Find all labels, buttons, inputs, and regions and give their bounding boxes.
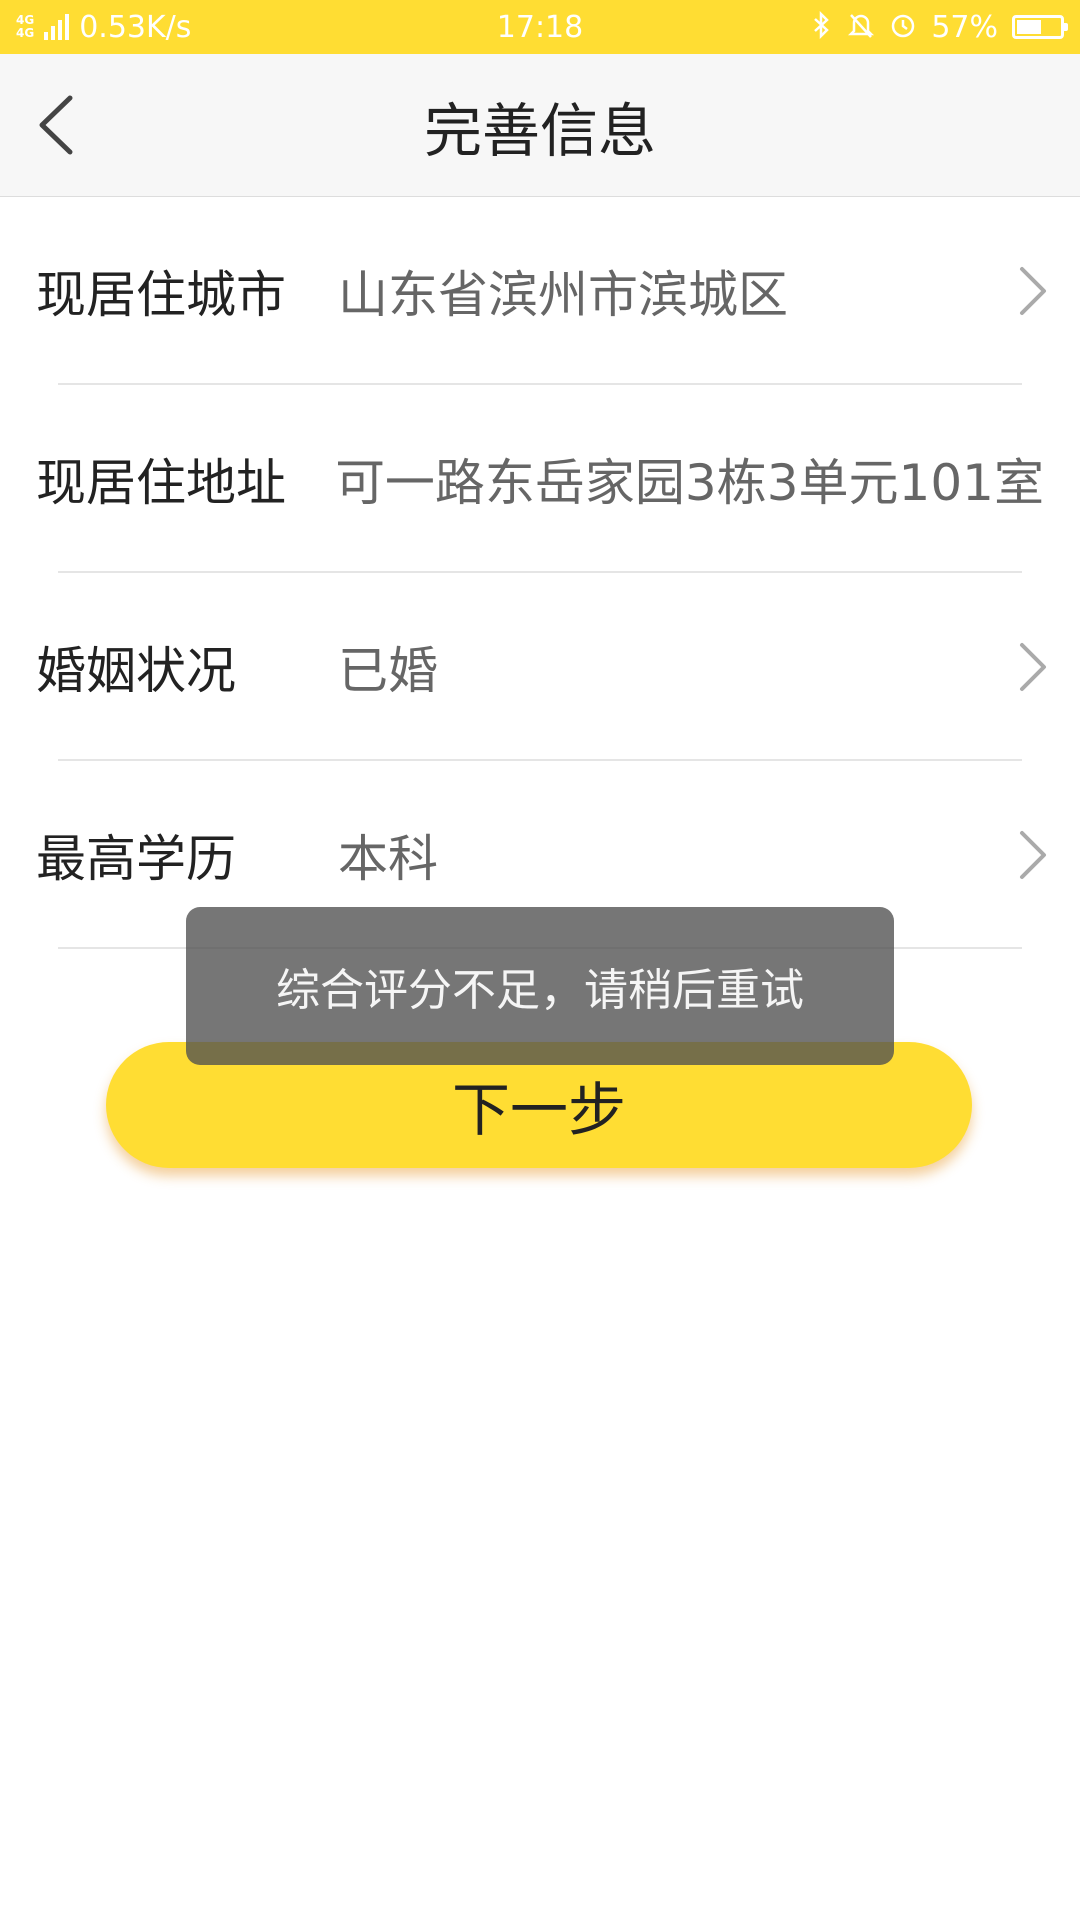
header: 完善信息 [0, 54, 1080, 197]
form-row-value: 山东省滨州市滨城区 [338, 266, 788, 324]
chevron-left-icon [28, 90, 88, 160]
signal-strength-icon [44, 14, 70, 40]
info-form: 现居住城市 山东省滨州市滨城区 现居住地址 可一路东岳家园3栋3单元101室 婚… [0, 197, 1080, 949]
toast-message: 综合评分不足，请稍后重试 [186, 907, 894, 1065]
network-type-indicator: 4G 4G [16, 14, 34, 40]
mute-bell-icon [847, 11, 875, 44]
network-speed: 0.53K/s [79, 9, 192, 45]
chevron-right-icon [1020, 831, 1046, 879]
address-input[interactable]: 可一路东岳家园3栋3单元101室 [338, 385, 1044, 573]
form-row-value: 已婚 [338, 642, 438, 700]
back-button[interactable] [28, 90, 88, 160]
form-row-label: 婚姻状况 [36, 642, 236, 700]
status-bar-right: 57% [811, 0, 1068, 54]
battery-icon [1012, 15, 1068, 39]
alarm-clock-icon [889, 11, 917, 44]
form-row-marital-status[interactable]: 婚姻状况 已婚 [0, 573, 1080, 761]
battery-percent: 57% [931, 9, 998, 45]
bluetooth-icon [811, 10, 833, 44]
form-row-label: 现居住城市 [36, 266, 286, 324]
page-title: 完善信息 [423, 96, 656, 165]
form-row-city[interactable]: 现居住城市 山东省滨州市滨城区 [0, 197, 1080, 385]
chevron-right-icon [1020, 643, 1046, 691]
clock: 17:18 [496, 9, 584, 45]
form-row-address[interactable]: 现居住地址 可一路东岳家园3栋3单元101室 [0, 385, 1080, 573]
form-row-label: 现居住地址 [36, 454, 286, 512]
status-bar: 4G 4G 0.53K/s 17:18 57% [0, 0, 1080, 54]
network-type-secondary-label: 4G [16, 26, 35, 40]
status-bar-left: 4G 4G 0.53K/s [16, 0, 191, 54]
battery-level-fill [1017, 20, 1041, 34]
chevron-right-icon [1020, 267, 1046, 315]
